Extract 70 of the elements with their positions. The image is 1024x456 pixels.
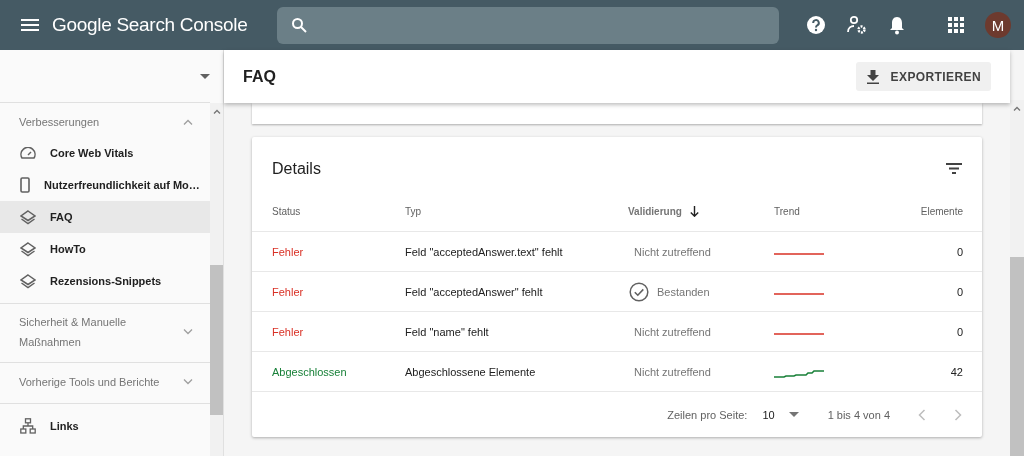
type-text: Feld "acceptedAnswer" fehlt (405, 285, 543, 298)
search-icon (291, 17, 307, 33)
sidebar-section-header[interactable]: Sicherheit & Manuelle Maßnahmen (0, 306, 210, 356)
page-title: FAQ (243, 67, 276, 86)
dropdown-caret-icon (788, 412, 799, 417)
sidebar-item[interactable]: Rezensions-Snippets (0, 265, 210, 297)
filter-icon[interactable] (946, 163, 962, 174)
validation-text: Nicht zutreffend (633, 245, 711, 258)
column-header[interactable]: Trend (774, 205, 874, 217)
rows-per-page-label: Zeilen pro Seite: (667, 408, 748, 421)
sidebar-item[interactable]: HowTo (0, 233, 210, 265)
type-text: Abgeschlossene Elemente (405, 365, 536, 378)
layers-icon (20, 273, 36, 289)
count-text: 42 (950, 365, 963, 378)
dropdown-caret-icon (200, 73, 210, 79)
scrollbar-thumb[interactable] (210, 265, 223, 415)
table-row[interactable]: Abgeschlossen Abgeschlossene Elemente Nicht zutreffend 42 (252, 352, 982, 392)
notifications-icon[interactable] (888, 15, 906, 35)
trend-sparkline (774, 292, 824, 295)
sidebar-item[interactable]: FAQ (0, 201, 210, 233)
sidebar-section-header[interactable]: Vorherige Tools und Berichte (0, 365, 210, 397)
sidebar-item[interactable]: Links (0, 410, 210, 442)
table-row[interactable]: Fehler Feld "acceptedAnswer.text" fehlt Nicht zutreffend 0 (252, 232, 982, 272)
status-text: Fehler (272, 245, 304, 258)
sitemap-icon (20, 418, 36, 434)
gauge-icon (20, 147, 36, 159)
app-title[interactable]: Google Search Console (52, 14, 277, 36)
search-field[interactable] (277, 6, 779, 44)
help-icon[interactable] (806, 15, 826, 35)
sidebar-section-header[interactable]: Verbesserungen (0, 105, 210, 137)
column-header[interactable]: Elemente (874, 205, 982, 217)
export-button[interactable]: EXPORTIEREN (855, 62, 991, 91)
status-text: Fehler (272, 285, 304, 298)
rows-per-page-select[interactable]: 10 (762, 408, 799, 421)
scrollbar-thumb[interactable] (1010, 257, 1024, 456)
trend-sparkline (774, 369, 824, 378)
table-row[interactable]: Fehler Feld "name" fehlt Nicht zutreffend 0 (252, 312, 982, 352)
trend-sparkline (774, 252, 824, 255)
table-row[interactable]: Fehler Feld "acceptedAnswer" fehlt Bestanden 0 (252, 272, 982, 312)
layers-icon (20, 209, 36, 225)
status-text: Abgeschlossen (272, 365, 347, 378)
column-header[interactable]: Validierung (628, 205, 774, 217)
count-text: 0 (956, 325, 963, 338)
page-range: 1 bis 4 von 4 (827, 408, 890, 421)
menu-icon[interactable] (21, 19, 39, 31)
card-title: Details (272, 159, 321, 178)
scroll-up-icon[interactable] (212, 109, 221, 114)
download-icon (866, 69, 879, 84)
scroll-up-icon[interactable] (1013, 106, 1021, 111)
layers-icon (20, 241, 36, 257)
phone-icon (20, 177, 30, 193)
validation-text: Nicht zutreffend (633, 365, 711, 378)
column-header[interactable]: Status (252, 205, 405, 217)
apps-grid-icon[interactable] (948, 17, 964, 33)
count-text: 0 (956, 245, 963, 258)
previous-page-icon[interactable] (918, 408, 926, 421)
type-text: Feld "acceptedAnswer.text" fehlt (405, 245, 563, 258)
sidebar-item[interactable]: Nutzerfreundlichkeit auf Mo… (0, 169, 210, 201)
user-settings-icon[interactable] (847, 15, 867, 35)
sort-arrow-icon (689, 205, 699, 217)
validation-text: Bestanden (657, 285, 710, 298)
column-header[interactable]: Typ (405, 205, 628, 217)
account-avatar[interactable]: M (985, 12, 1011, 38)
type-text: Feld "name" fehlt (405, 325, 489, 338)
count-text: 0 (956, 285, 963, 298)
validation-text: Nicht zutreffend (633, 325, 711, 338)
next-page-icon[interactable] (954, 408, 962, 421)
status-text: Fehler (272, 325, 304, 338)
sidebar-item[interactable]: Core Web Vitals (0, 137, 210, 169)
trend-sparkline (774, 332, 824, 335)
